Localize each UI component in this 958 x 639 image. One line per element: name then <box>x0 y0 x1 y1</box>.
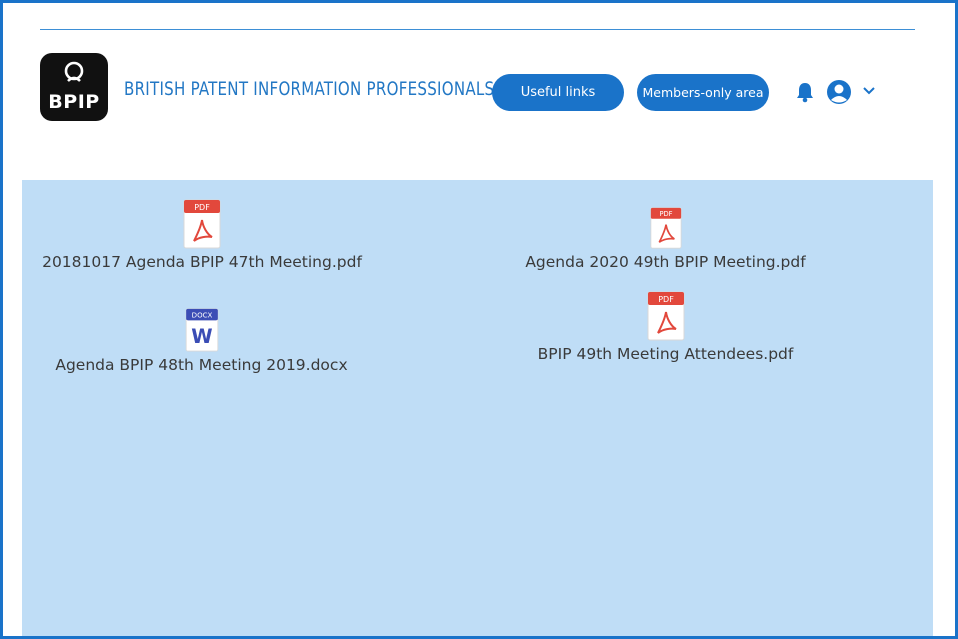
logo-text: BPIP <box>48 91 100 113</box>
file-item[interactable]: PDF 20181017 Agenda BPIP 47th Meeting.pd… <box>34 199 370 271</box>
header-divider <box>40 29 915 30</box>
file-badge: PDF <box>658 295 674 304</box>
pdf-file-icon: PDF <box>647 291 684 341</box>
pdf-file-icon: PDF <box>183 199 221 249</box>
bell-icon[interactable] <box>795 81 815 103</box>
file-name: BPIP 49th Meeting Attendees.pdf <box>537 345 794 363</box>
site-title[interactable]: BRITISH PATENT INFORMATION PROFESSIONALS <box>124 78 494 100</box>
file-item[interactable]: DOCX W Agenda BPIP 48th Meeting 2019.doc… <box>50 308 353 374</box>
file-badge: PDF <box>659 210 672 218</box>
pdf-file-icon: PDF <box>649 207 682 249</box>
members-only-area-button[interactable]: Members-only area <box>637 74 769 111</box>
chevron-down-icon[interactable] <box>862 86 876 96</box>
svg-text:W: W <box>191 325 212 348</box>
file-name: Agenda BPIP 48th Meeting 2019.docx <box>55 356 348 374</box>
bpip-logo[interactable]: BPIP <box>40 53 108 121</box>
file-name: 20181017 Agenda BPIP 47th Meeting.pdf <box>42 253 362 271</box>
file-item[interactable]: PDF Agenda 2020 49th BPIP Meeting.pdf <box>519 207 812 271</box>
file-badge: PDF <box>194 203 210 212</box>
file-badge: DOCX <box>191 311 212 320</box>
file-name: Agenda 2020 49th BPIP Meeting.pdf <box>525 253 806 271</box>
user-avatar-icon[interactable] <box>826 79 852 105</box>
useful-links-button[interactable]: Useful links <box>492 74 624 111</box>
docx-file-icon: DOCX W <box>185 308 218 352</box>
file-item[interactable]: PDF BPIP 49th Meeting Attendees.pdf <box>531 291 800 363</box>
